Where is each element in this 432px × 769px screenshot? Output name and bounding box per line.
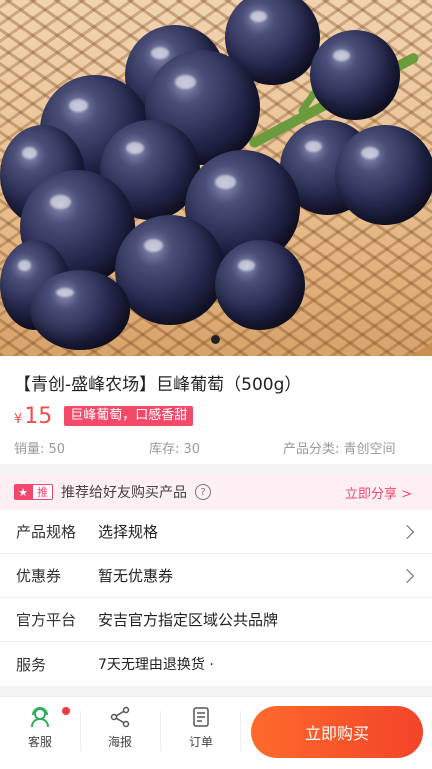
nav-divider [240, 711, 241, 751]
grape [215, 240, 305, 330]
orders-button[interactable]: 订单 [171, 705, 231, 750]
share-icon [110, 706, 130, 728]
order-list-icon [193, 707, 209, 727]
grape [115, 215, 225, 325]
coupon-value: 暂无优惠券 [98, 567, 174, 585]
chevron-right-icon [399, 524, 415, 539]
orders-label: 订单 [188, 735, 213, 749]
product-title: 【青创-盛峰农场】巨峰葡萄（500g） [14, 375, 302, 395]
section-divider [0, 686, 432, 696]
product-image[interactable] [0, 0, 432, 356]
nav-divider [80, 711, 81, 751]
carousel-indicator[interactable] [211, 335, 220, 344]
coupon-label: 优惠券 [16, 567, 62, 585]
poster-label: 海报 [107, 735, 132, 749]
customer-service-button[interactable]: 客服 [10, 705, 70, 750]
headset-icon [31, 707, 49, 728]
platform-row: 官方平台 安吉官方指定区域公共品牌 [0, 598, 432, 642]
help-icon[interactable]: ? [195, 484, 211, 500]
share-now-link[interactable]: 立即分享 > [345, 483, 412, 502]
customer-service-label: 客服 [27, 735, 52, 749]
service-label: 服务 [16, 655, 47, 674]
sales-count: 销量: 50 [14, 442, 66, 457]
coupon-row[interactable]: 优惠券 暂无优惠券 [0, 554, 432, 598]
product-category: 产品分类: 青创空间 [283, 442, 396, 457]
share-label: 推荐给好友购买产品 [61, 485, 187, 501]
promo-tag: 巨峰葡萄，口感香甜 [64, 406, 194, 426]
platform-value: 安吉官方指定区域公共品牌 [98, 611, 279, 629]
service-value: 7天无理由退换货 · [98, 657, 214, 673]
spec-row[interactable]: 产品规格 选择规格 [0, 510, 432, 554]
buy-now-button[interactable]: 立即购买 [251, 706, 423, 758]
share-banner[interactable]: ★ 推 推荐给好友购买产品 ? 立即分享 > [0, 474, 432, 510]
recommend-badge: ★ 推 [14, 484, 53, 500]
chevron-right-icon [399, 568, 415, 583]
platform-label: 官方平台 [16, 611, 77, 629]
service-row[interactable]: 服务 7天无理由退换货 · [0, 642, 432, 686]
currency-symbol: ¥ [14, 412, 23, 427]
section-divider [0, 464, 432, 474]
star-icon: ★ [14, 484, 32, 500]
grape [310, 30, 400, 120]
grape [335, 125, 432, 225]
price-row: ¥ 15 巨峰葡萄，口感香甜 [14, 400, 194, 430]
poster-button[interactable]: 海报 [90, 705, 150, 750]
spec-label: 产品规格 [16, 523, 77, 541]
stock-count: 库存: 30 [149, 442, 201, 457]
notification-dot [62, 707, 70, 715]
spec-value: 选择规格 [98, 523, 159, 541]
recommend-badge-label: 推 [32, 484, 53, 500]
product-price: 15 [24, 404, 53, 429]
nav-divider [160, 711, 161, 751]
grape [30, 270, 130, 350]
